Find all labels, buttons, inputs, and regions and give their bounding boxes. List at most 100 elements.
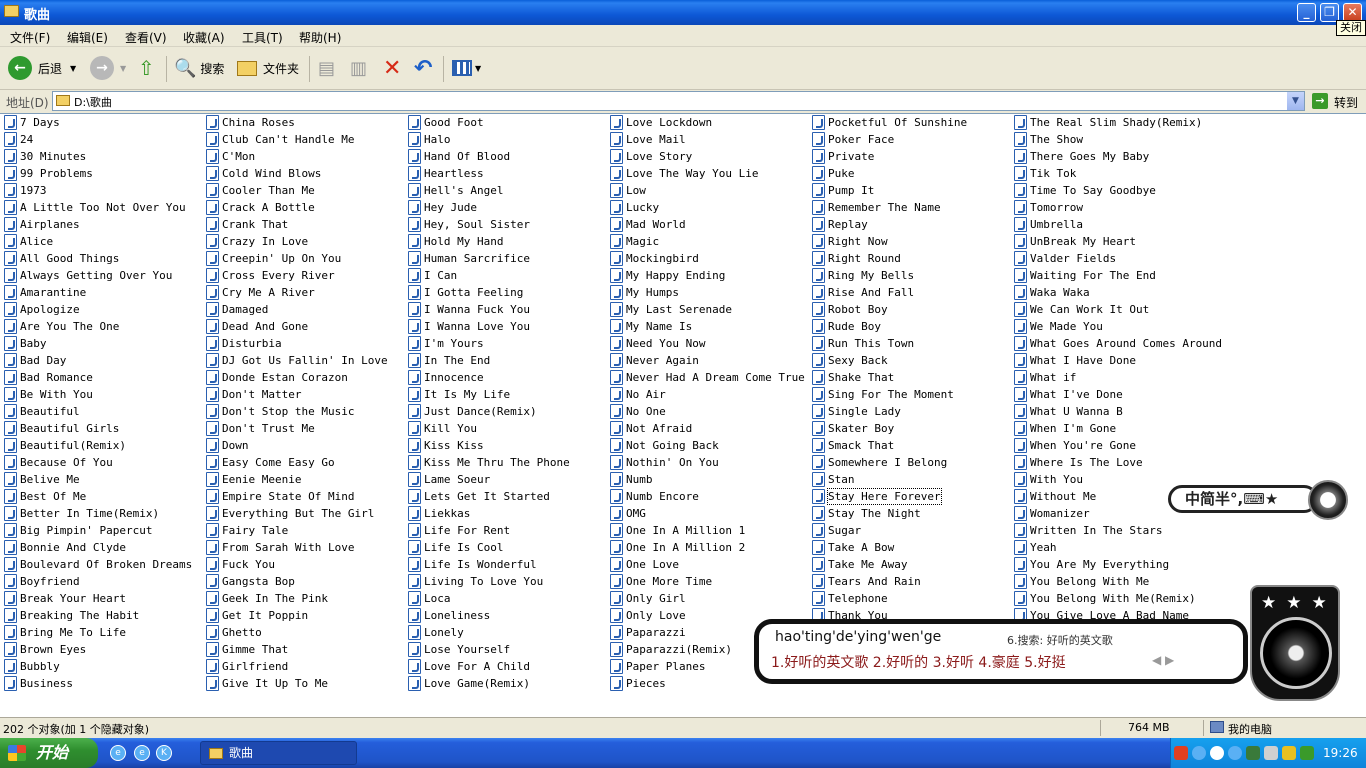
file-name: 7 Days [20, 116, 60, 129]
file-name: Beautiful [20, 405, 80, 418]
folders-button[interactable]: 文件夹 [237, 48, 299, 88]
file-name: Amarantine [20, 286, 87, 299]
menu-view[interactable]: 查看(V) [125, 29, 167, 46]
ime-pinyin-input: hao'ting'de'ying'wen'ge [775, 629, 942, 645]
music-file-icon [4, 353, 17, 368]
file-name: What Goes Around Comes Around [1030, 337, 1223, 350]
delete-button[interactable]: ✕ [383, 48, 401, 88]
address-dropdown-button[interactable]: ▼ [1287, 92, 1304, 110]
ime-candidates[interactable]: 1.好听的英文歌 2.好听的 3.好听 4.豪庭 5.好挺 [771, 652, 1066, 672]
file-name: Shake That [828, 371, 895, 384]
browser-icon[interactable]: e [134, 745, 150, 761]
music-file-icon [206, 302, 219, 317]
file-name: Cross Every River [222, 269, 335, 282]
search-button[interactable]: 🔍 搜索 [174, 48, 224, 88]
music-file-icon [206, 438, 219, 453]
security-shield-icon[interactable] [1300, 746, 1314, 760]
ie-icon[interactable]: e [110, 745, 126, 761]
menu-edit[interactable]: 编辑(E) [67, 29, 108, 46]
music-file-icon [1014, 506, 1027, 521]
music-file-icon [610, 591, 623, 606]
music-file-icon [408, 676, 421, 691]
network-icon[interactable] [1264, 746, 1278, 760]
music-file-icon [610, 625, 623, 640]
menu-file[interactable]: 文件(F) [10, 29, 50, 46]
address-path: D:\歌曲 [74, 96, 112, 109]
file-name: Love Lockdown [626, 116, 713, 129]
copy-to-button[interactable]: ▥ [350, 48, 367, 88]
up-folder-button[interactable]: ⇧ [138, 48, 155, 88]
undo-button[interactable]: ↶ [414, 48, 432, 88]
music-file-icon [610, 523, 623, 538]
forward-button[interactable]: → ▼ [90, 48, 126, 88]
search-icon: 🔍 [174, 57, 197, 79]
title-bar: 歌曲 _ ❐ ✕ [0, 0, 1366, 25]
music-file-icon [206, 234, 219, 249]
music-file-icon [1014, 489, 1027, 504]
music-file-icon [1014, 387, 1027, 402]
music-file-icon [4, 268, 17, 283]
quicklaunch-icon[interactable]: K [156, 745, 172, 761]
music-file-icon [206, 132, 219, 147]
file-name: Airplanes [20, 218, 80, 231]
address-input[interactable]: D:\歌曲 ▼ [52, 91, 1305, 111]
ime-page-arrows[interactable]: ◀ ▶ [1152, 653, 1174, 667]
file-name: Are You The One [20, 320, 120, 333]
my-computer-icon [1210, 721, 1224, 733]
file-name: Fairy Tale [222, 524, 289, 537]
menu-tools[interactable]: 工具(T) [242, 29, 283, 46]
menu-help[interactable]: 帮助(H) [299, 29, 341, 46]
go-arrow-icon[interactable]: → [1312, 93, 1328, 109]
views-button[interactable]: ▼ [452, 48, 481, 88]
minimize-button[interactable]: _ [1297, 3, 1316, 22]
music-file-icon [206, 472, 219, 487]
tray-app-icon[interactable] [1228, 746, 1242, 760]
file-name: Love Story [626, 150, 693, 163]
music-file-icon [812, 319, 825, 334]
file-name: Smack That [828, 439, 895, 452]
music-file-icon [610, 472, 623, 487]
music-file-icon [408, 506, 421, 521]
music-file-icon [812, 489, 825, 504]
qq-icon[interactable] [1210, 746, 1224, 760]
music-file-icon [4, 557, 17, 572]
music-file-icon [1014, 404, 1027, 419]
taskbar-window-button[interactable]: 歌曲 [200, 741, 357, 765]
music-file-icon [610, 183, 623, 198]
music-file-icon [812, 166, 825, 181]
music-file-icon [408, 132, 421, 147]
file-name: Alice [20, 235, 54, 248]
menu-favorites[interactable]: 收藏(A) [183, 29, 225, 46]
start-button[interactable]: 开始 [0, 738, 98, 768]
volume-icon[interactable] [1282, 746, 1296, 760]
ime-status-bar[interactable]: 中简半°,⌨★ [1168, 480, 1350, 520]
file-name: Boulevard Of Broken Dreams [20, 558, 193, 571]
music-file-icon [812, 455, 825, 470]
tray-app-icon[interactable] [1246, 746, 1260, 760]
back-button[interactable]: ← 后退 ▼ [8, 48, 76, 88]
music-file-icon [812, 183, 825, 198]
windows-logo-icon [8, 745, 26, 761]
file-name: Bring Me To Life [20, 626, 126, 639]
file-name: Beautiful Girls [20, 422, 120, 435]
file-name: Rude Boy [828, 320, 881, 333]
ime-tray-icon[interactable] [1174, 746, 1188, 760]
file-name: Give It Up To Me [222, 677, 328, 690]
system-tray: 19:26 [1170, 738, 1366, 768]
move-to-button[interactable]: ▤ [318, 48, 335, 88]
file-name: Best Of Me [20, 490, 87, 503]
go-button[interactable]: 转到 [1334, 94, 1358, 111]
file-name: With You [1030, 473, 1083, 486]
file-name: Creepin' Up On You [222, 252, 342, 265]
music-file-icon [610, 370, 623, 385]
file-name: Remember The Name [828, 201, 941, 214]
music-file-icon [4, 455, 17, 470]
music-file-icon [610, 438, 623, 453]
music-file-icon [206, 149, 219, 164]
music-file-icon [206, 642, 219, 657]
ime-search-hint[interactable]: 6.搜索: 好听的英文歌 [1007, 632, 1113, 648]
file-name: Big Pimpin' Papercut [20, 524, 153, 537]
file-name: Single Lady [828, 405, 901, 418]
file-name: Get It Poppin [222, 609, 309, 622]
chevron-left-icon[interactable] [1192, 746, 1206, 760]
